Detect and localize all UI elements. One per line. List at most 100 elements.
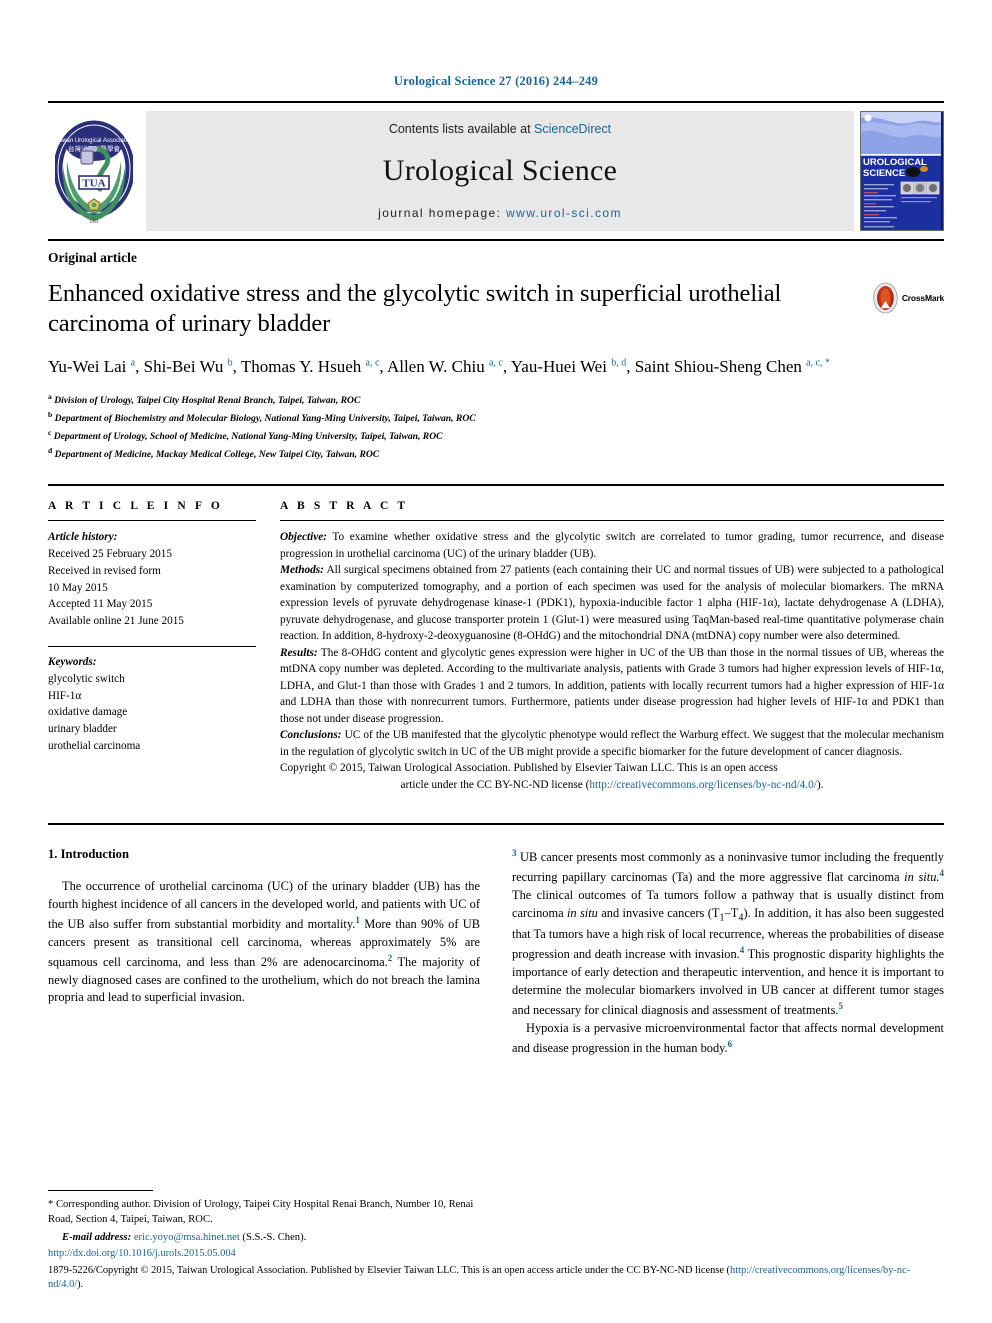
- email-label: E-mail address:: [62, 1231, 132, 1243]
- intro-insitu-2: in situ: [566, 905, 598, 920]
- author-affil-mark: a, c: [488, 357, 503, 369]
- affiliation-mark: a: [48, 392, 52, 402]
- body-column-right: 3 UB cancer presents most commonly as a …: [512, 847, 944, 1058]
- affiliation-item: b Department of Biochemistry and Molecul…: [48, 409, 944, 427]
- doi-link[interactable]: http://dx.doi.org/10.1016/j.urols.2015.0…: [48, 1247, 944, 1262]
- page-footer: http://dx.doi.org/10.1016/j.urols.2015.0…: [48, 1247, 944, 1293]
- affiliation-text: Department of Medicine, Mackay Medical C…: [54, 448, 380, 460]
- author-affil-mark: a, c, *: [806, 357, 831, 369]
- history-item: Available online 21 June 2015: [48, 615, 184, 628]
- affiliation-mark: d: [48, 445, 53, 455]
- keywords-block: Keywords: glycolytic switch HIF-1α oxida…: [48, 646, 256, 755]
- intro-text-d: UB cancer presents most commonly as a no…: [512, 850, 944, 885]
- journal-cover-thumbnail: UROLOGICAL SCIENCE: [860, 111, 944, 231]
- history-item: 10 May 2015: [48, 581, 108, 594]
- intro-paragraph-2: Hypoxia is a pervasive microenvironmenta…: [512, 1020, 944, 1058]
- affiliation-list: a Division of Urology, Taipei City Hospi…: [48, 391, 944, 462]
- sciencedirect-link[interactable]: ScienceDirect: [534, 122, 611, 136]
- history-item: Received 25 February 2015: [48, 548, 172, 561]
- keyword-item: urinary bladder: [48, 723, 117, 736]
- svg-text:TUA: TUA: [82, 178, 105, 190]
- abstract-copyright: Copyright © 2015, Taiwan Urological Asso…: [280, 760, 944, 793]
- affiliation-mark: c: [48, 427, 52, 437]
- abstract-body: Objective: To examine whether oxidative …: [280, 529, 944, 793]
- homepage-url[interactable]: www.urol-sci.com: [506, 206, 622, 220]
- reference-marker-4[interactable]: 4: [940, 868, 945, 878]
- footer-copyright: 1879-5226/Copyright © 2015, Taiwan Urolo…: [48, 1265, 910, 1291]
- footnote-text: * Corresponding author. Division of Urol…: [48, 1197, 478, 1227]
- email-link[interactable]: eric.yoyo@msa.hinet.net: [134, 1232, 240, 1243]
- history-item: Accepted 11 May 2015: [48, 598, 153, 611]
- abstract-results-text: The 8-OHdG content and glycolytic genes …: [280, 646, 944, 725]
- abstract-methods: Methods: All surgical specimens obtained…: [280, 562, 944, 644]
- abstract-conclusions-text: UC of the UB manifested that the glycoly…: [280, 729, 944, 758]
- author-affil-mark: a, c: [365, 357, 380, 369]
- abstract-objective-label: Objective:: [280, 531, 328, 544]
- intro-paragraph-1-cont: 3 UB cancer presents most commonly as a …: [512, 847, 944, 1020]
- keyword-item: glycolytic switch: [48, 672, 125, 685]
- affiliation-item: d Department of Medicine, Mackay Medical…: [48, 445, 944, 463]
- intro-paragraph-1: The occurrence of urothelial carcinoma (…: [48, 878, 480, 1007]
- abstract-methods-text: All surgical specimens obtained from 27 …: [280, 564, 944, 643]
- crossmark-badge[interactable]: CrossMark: [872, 275, 944, 321]
- corresponding-author-footnote: * Corresponding author. Division of Urol…: [48, 1189, 478, 1245]
- affiliation-text: Department of Biochemistry and Molecular…: [54, 413, 476, 425]
- crossmark-icon: [873, 282, 898, 314]
- affiliation-item: a Division of Urology, Taipei City Hospi…: [48, 391, 944, 409]
- journal-title: Urological Science: [382, 154, 618, 187]
- cc-license-link[interactable]: http://creativecommons.org/licenses/by-n…: [589, 779, 817, 791]
- page-title: Enhanced oxidative stress and the glycol…: [48, 280, 782, 337]
- keywords-label: Keywords:: [48, 656, 97, 669]
- intro-text-g: –T: [724, 905, 739, 920]
- svg-text:1991: 1991: [89, 220, 100, 225]
- reference-marker-6[interactable]: 6: [728, 1039, 733, 1049]
- abstract-methods-label: Methods:: [280, 564, 324, 577]
- abstract-license-line: article under the CC BY-NC-ND license (h…: [280, 777, 944, 793]
- affiliation-mark: b: [48, 409, 53, 419]
- history-item: Received in revised form: [48, 564, 161, 577]
- article-info-heading: A R T I C L E I N F O: [48, 500, 223, 513]
- abstract-objective: Objective: To examine whether oxidative …: [280, 529, 944, 562]
- abstract-objective-text: To examine whether oxidative stress and …: [280, 531, 944, 560]
- article-title-block: Original article CrossMark Enhanced oxid…: [48, 239, 944, 462]
- running-head: Urological Science 27 (2016) 244–249: [393, 74, 599, 88]
- author-affil-mark: b, d: [611, 357, 627, 369]
- section-heading-introduction: 1. Introduction: [48, 847, 129, 862]
- body-column-left: 1. Introduction The occurrence of urothe…: [48, 847, 480, 1058]
- abstract-conclusions: Conclusions: UC of the UB manifested tha…: [280, 727, 944, 760]
- tua-emblem-icon: Taiwan Urological Association 台灣泌尿科醫學會 T…: [55, 120, 133, 225]
- abstract-column: A B S T R A C T Objective: To examine wh…: [280, 500, 944, 793]
- contents-label: Contents lists available at: [388, 122, 535, 136]
- svg-text:Taiwan Urological Association: Taiwan Urological Association: [55, 138, 133, 144]
- footnote-email-line: E-mail address: eric.yoyo@msa.hinet.net …: [48, 1230, 478, 1245]
- footnote-divider: [48, 1189, 153, 1191]
- affiliation-text: Department of Urology, School of Medicin…: [53, 430, 443, 442]
- footer-license-tail: ).: [77, 1279, 84, 1291]
- keyword-item: urothelial carcinoma: [48, 740, 141, 753]
- footnote-corresponding: Corresponding author. Division of Urolog…: [48, 1198, 474, 1225]
- crossmark-label: CrossMark: [901, 293, 944, 303]
- divider: [48, 520, 256, 522]
- article-type-kicker: Original article: [48, 250, 137, 265]
- article-body: 1. Introduction The occurrence of urothe…: [48, 823, 944, 1058]
- article-history: Article history: Received 25 February 20…: [48, 529, 256, 630]
- paper-page: Urological Science 27 (2016) 244–249 Tai…: [0, 0, 992, 1323]
- abstract-conclusions-label: Conclusions:: [280, 729, 342, 742]
- journal-cover-image: UROLOGICAL SCIENCE: [861, 112, 941, 230]
- reference-marker-5[interactable]: 5: [839, 1001, 844, 1011]
- homepage-label: journal homepage:: [378, 206, 502, 220]
- abstract-results-label: Results:: [280, 646, 318, 659]
- license-lead: article under the CC BY-NC-ND license (: [400, 778, 590, 791]
- divider: [280, 520, 944, 522]
- author-affil-mark: a: [130, 357, 136, 369]
- article-history-label: Article history:: [48, 531, 118, 544]
- journal-masthead: Taiwan Urological Association 台灣泌尿科醫學會 T…: [48, 101, 944, 239]
- email-suffix: (S.S.-S. Chen).: [239, 1231, 307, 1243]
- affiliation-item: c Department of Urology, School of Medic…: [48, 427, 944, 445]
- article-info-column: A R T I C L E I N F O Article history: R…: [48, 500, 280, 793]
- intro-text-f: and invasive cancers (T: [597, 905, 720, 920]
- info-abstract-section: A R T I C L E I N F O Article history: R…: [48, 484, 944, 793]
- author-affil-mark: b: [227, 357, 233, 369]
- abstract-copyright-text: Copyright © 2015, Taiwan Urological Asso…: [280, 762, 778, 775]
- journal-banner: Contents lists available at ScienceDirec…: [146, 111, 854, 231]
